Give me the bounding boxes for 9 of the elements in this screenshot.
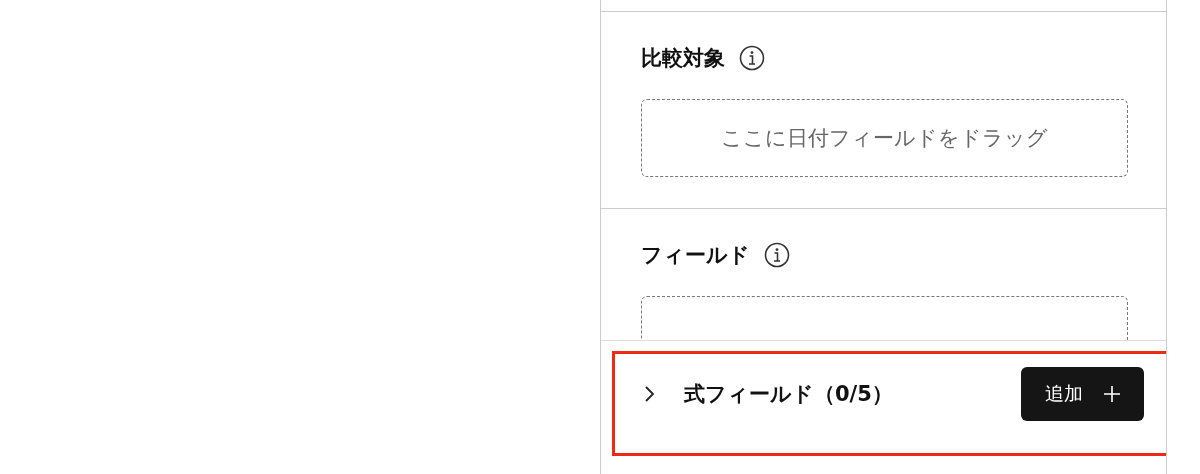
plus-icon xyxy=(1103,384,1121,403)
info-icon[interactable] xyxy=(764,242,790,268)
section-title[interactable]: 式フィールド（0/5） xyxy=(684,379,1021,408)
add-button[interactable]: 追加 xyxy=(1021,366,1144,421)
drop-zone[interactable]: ここに日付フィールドをドラッグ xyxy=(641,99,1128,177)
section-title: 比較対象 xyxy=(641,45,725,72)
info-icon[interactable] xyxy=(739,45,765,71)
section-title: フィールド xyxy=(641,242,750,269)
chevron-icon[interactable] xyxy=(644,385,656,402)
